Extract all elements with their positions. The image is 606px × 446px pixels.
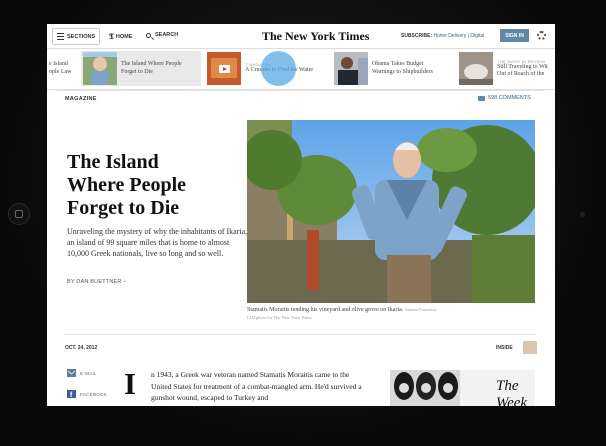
photo-credit-org: LUZphoto for The New York Times (247, 315, 312, 320)
email-icon (67, 369, 76, 377)
carousel-thumbnail (207, 52, 241, 85)
camera-dot (580, 212, 585, 217)
carousel-item-text: ople Law (49, 68, 72, 75)
carousel-item[interactable]: e Island ople Law (47, 51, 77, 86)
carousel-item-text: Still Traveling to Wit (497, 63, 548, 70)
home-button-icon[interactable] (8, 203, 30, 225)
email-share-button[interactable]: E-MAIL (67, 369, 97, 377)
facebook-share-button[interactable]: f FACEBOOK (67, 390, 107, 398)
drop-cap: I (124, 366, 137, 401)
divider (65, 334, 535, 335)
masthead-logo[interactable]: The New York Times (262, 29, 369, 44)
article-headline[interactable]: The Island Where People Forget to Die (67, 151, 237, 220)
headline-line: The Island (67, 151, 159, 173)
article-body: n 1943, a Greek war veteran named Stamat… (151, 370, 362, 402)
comment-bubble-icon (478, 95, 485, 101)
sign-in-button[interactable]: SIGN IN (500, 29, 529, 42)
subscribe-label: SUBSCRIBE: (401, 33, 433, 39)
byline[interactable]: BY DAN BUETTNER + (67, 279, 127, 285)
facebook-share-label: FACEBOOK (80, 391, 108, 397)
carousel-item[interactable]: THE WEEK IN REVIEW Still Traveling to Wi… (459, 51, 555, 86)
comments-count: 598 COMMENTS (488, 95, 531, 101)
carousel-item-active[interactable]: The Island Where People Forget to Die (81, 51, 201, 86)
play-video-icon (219, 65, 230, 73)
ad-headline: The Week (496, 378, 528, 406)
inside-thumbnail[interactable] (523, 341, 537, 354)
gear-icon[interactable] (537, 31, 546, 40)
headline-line: Forget to Die (67, 197, 180, 219)
carousel-item-text: Obama Takes Budget (372, 61, 424, 67)
byline-author: BY DAN BUETTNER (67, 279, 122, 285)
article-summary: Unraveling the mystery of why the inhabi… (67, 227, 248, 258)
top-bar: SECTIONS 𝕿 HOME SEARCH The New York Time… (47, 24, 555, 49)
carousel-item-text: Warnings to Shipbuilders (372, 68, 433, 75)
headline-line: Where People (67, 174, 187, 196)
caption-text: Stamatis Moraitis tending his vineyard a… (247, 307, 404, 313)
carousel-item-text: Forget to Die (121, 68, 153, 75)
carousel-item-text: The Island Where People (121, 61, 182, 67)
subscribe-links: SUBSCRIBE: Home Delivery | Digital (401, 33, 484, 39)
section-label[interactable]: MAGAZINE (65, 96, 97, 102)
app-screen: SECTIONS 𝕿 HOME SEARCH The New York Time… (47, 24, 555, 406)
subscribe-options-link[interactable]: Home Delivery | Digital (434, 33, 485, 39)
search-icon (146, 32, 151, 38)
home-button[interactable]: 𝕿 HOME (109, 32, 132, 42)
touch-indicator (261, 51, 296, 86)
carousel-thumbnail (459, 52, 493, 85)
carousel-item[interactable]: Obama Takes Budget Warnings to Shipbuild… (334, 51, 452, 86)
photo-caption: Stamatis Moraitis tending his vineyard a… (247, 306, 537, 322)
carousel-item-text: Out of Reach of the (497, 71, 545, 77)
photo-credit: Andrea Frazzetta/ (404, 307, 437, 312)
carousel-item-text: e Island (49, 61, 68, 67)
svg-text:f: f (70, 392, 73, 398)
menu-icon (57, 33, 64, 40)
carousel-kicker: THE WEEK IN REVIEW (497, 58, 546, 64)
nyt-t-icon: 𝕿 (109, 32, 114, 41)
facebook-icon: f (67, 390, 76, 398)
article-photo[interactable] (247, 120, 535, 303)
home-label: HOME (115, 34, 133, 40)
search-button[interactable]: SEARCH (146, 32, 178, 38)
headline-carousel[interactable]: e Island ople Law The Island Where Peopl… (47, 49, 555, 90)
email-share-label: E-MAIL (80, 370, 97, 376)
inside-label[interactable]: INSIDE (496, 345, 513, 351)
byline-expand-icon: + (123, 279, 127, 285)
search-label: SEARCH (155, 32, 179, 38)
sections-label: SECTIONS (67, 33, 96, 40)
divider (57, 90, 545, 91)
comments-link[interactable]: 598 COMMENTS (478, 95, 531, 101)
sections-button[interactable]: SECTIONS (52, 28, 101, 45)
carousel-thumbnail (334, 52, 368, 85)
advertisement-image[interactable]: The Week (390, 370, 535, 406)
carousel-thumbnail (83, 52, 117, 85)
article-date: OCT. 24, 2012 (65, 345, 98, 351)
